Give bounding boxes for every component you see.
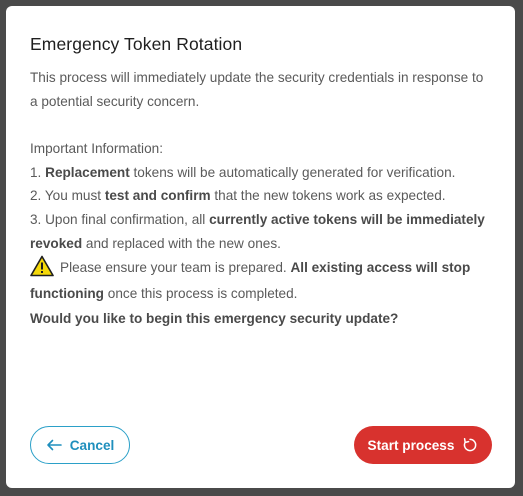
- info-item-2: 2. You must test and confirm that the ne…: [30, 188, 446, 204]
- info-heading: Important Information:: [30, 141, 163, 157]
- warning-text: Please ensure your team is prepared. All…: [30, 255, 490, 307]
- refresh-icon: [462, 437, 478, 453]
- start-process-label: Start process: [367, 437, 455, 453]
- dialog-body: This process will immediately update the…: [30, 66, 490, 331]
- confirm-question: Would you like to begin this emergency s…: [30, 311, 399, 327]
- cancel-button[interactable]: Cancel: [30, 426, 130, 464]
- info-item-1: 1. Replacement tokens will be automatica…: [30, 164, 456, 180]
- warning-icon: [30, 255, 54, 277]
- info-item-3: 3. Upon final confirmation, all currentl…: [30, 211, 485, 251]
- start-process-button[interactable]: Start process: [354, 426, 492, 464]
- cancel-label: Cancel: [69, 437, 115, 453]
- dialog-title: Emergency Token Rotation: [30, 34, 243, 54]
- token-rotation-dialog: Emergency Token Rotation This process wi…: [6, 6, 515, 488]
- intro-text: This process will immediately update the…: [30, 70, 484, 109]
- arrow-left-icon: [46, 439, 62, 451]
